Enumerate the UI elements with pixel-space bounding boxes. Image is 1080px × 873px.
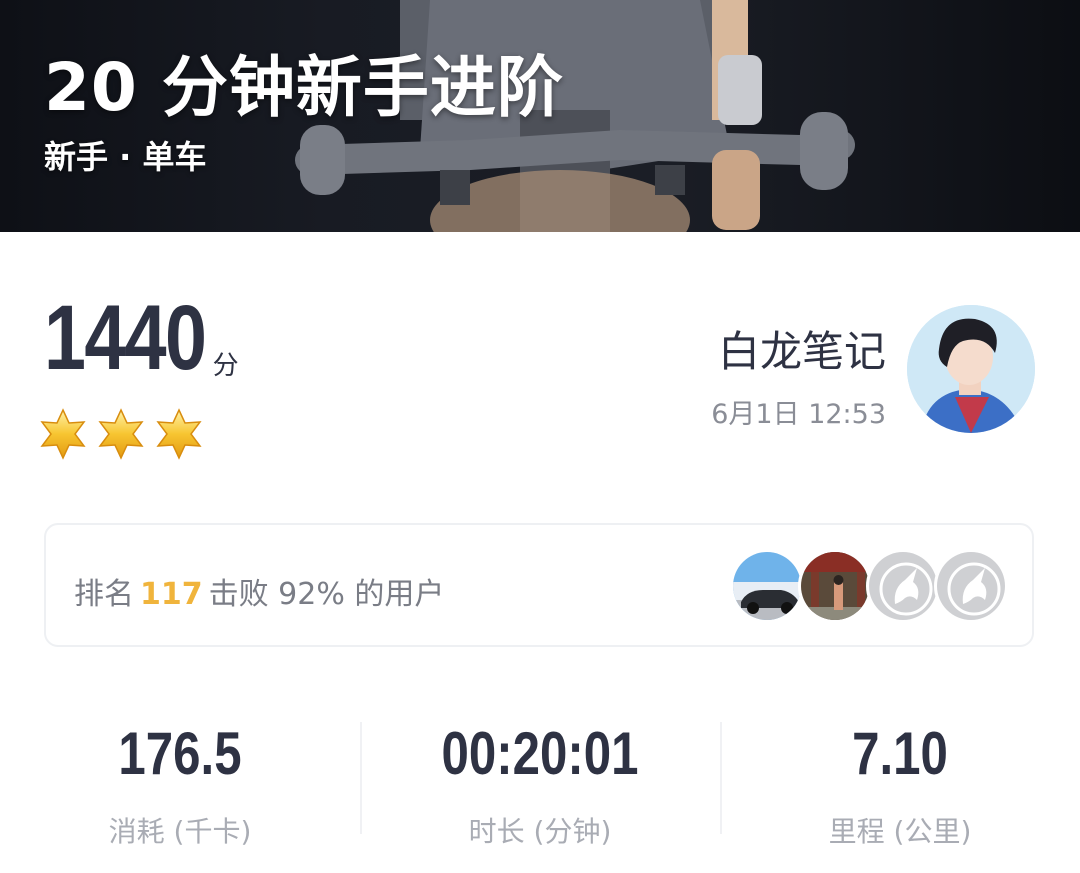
rank-avatar-default[interactable] <box>934 549 1008 623</box>
car-photo-icon <box>733 552 801 620</box>
stat-calories-value: 176.5 <box>118 720 242 787</box>
unicorn-icon <box>869 552 937 620</box>
stat-distance-label: 里程 (公里) <box>828 815 972 848</box>
stat-duration-value: 00:20:01 <box>441 720 639 787</box>
score-block: 1440 分 <box>44 292 239 384</box>
hero-banner: 20 分钟新手进阶 新手 · 单车 <box>0 0 1080 232</box>
star-icon <box>156 408 202 460</box>
ranking-number: 117 <box>140 577 203 612</box>
workout-stats: 176.5 消耗 (千卡) 00:20:01 时长 (分钟) 7.10 里程 (… <box>0 700 1080 849</box>
score-unit: 分 <box>212 351 239 381</box>
rank-avatar-person[interactable] <box>798 549 872 623</box>
workout-time: 6月1日 12:53 <box>711 399 886 430</box>
user-avatar[interactable] <box>907 305 1035 433</box>
unicorn-icon <box>937 552 1005 620</box>
ranking-card[interactable]: 排名 117 击败 92% 的用户 <box>44 523 1034 647</box>
course-subtitle: 新手 · 单车 <box>44 138 207 176</box>
star-icon <box>98 408 144 460</box>
stat-duration-label: 时长 (分钟) <box>468 815 612 848</box>
score-value: 1440 <box>44 287 207 389</box>
rank-avatar-car[interactable] <box>730 549 804 623</box>
star-rating <box>40 408 202 460</box>
ranking-suffix: 击败 92% 的用户 <box>208 577 445 612</box>
user-name[interactable]: 白龙笔记 <box>718 318 886 379</box>
rank-avatar-default[interactable] <box>866 549 940 623</box>
course-title: 20 分钟新手进阶 <box>44 49 564 126</box>
ranking-text: 排名 117 击败 92% 的用户 <box>74 569 444 613</box>
person-photo-icon <box>801 552 869 620</box>
star-icon <box>40 408 86 460</box>
stat-distance: 7.10 里程 (公里) <box>720 700 1080 849</box>
stat-calories: 176.5 消耗 (千卡) <box>0 700 360 849</box>
stat-duration: 00:20:01 时长 (分钟) <box>360 700 720 849</box>
ranking-prefix: 排名 <box>74 577 134 612</box>
stat-distance-value: 7.10 <box>852 720 948 787</box>
stat-calories-label: 消耗 (千卡) <box>108 815 252 848</box>
avatar-illustration <box>907 305 1035 433</box>
